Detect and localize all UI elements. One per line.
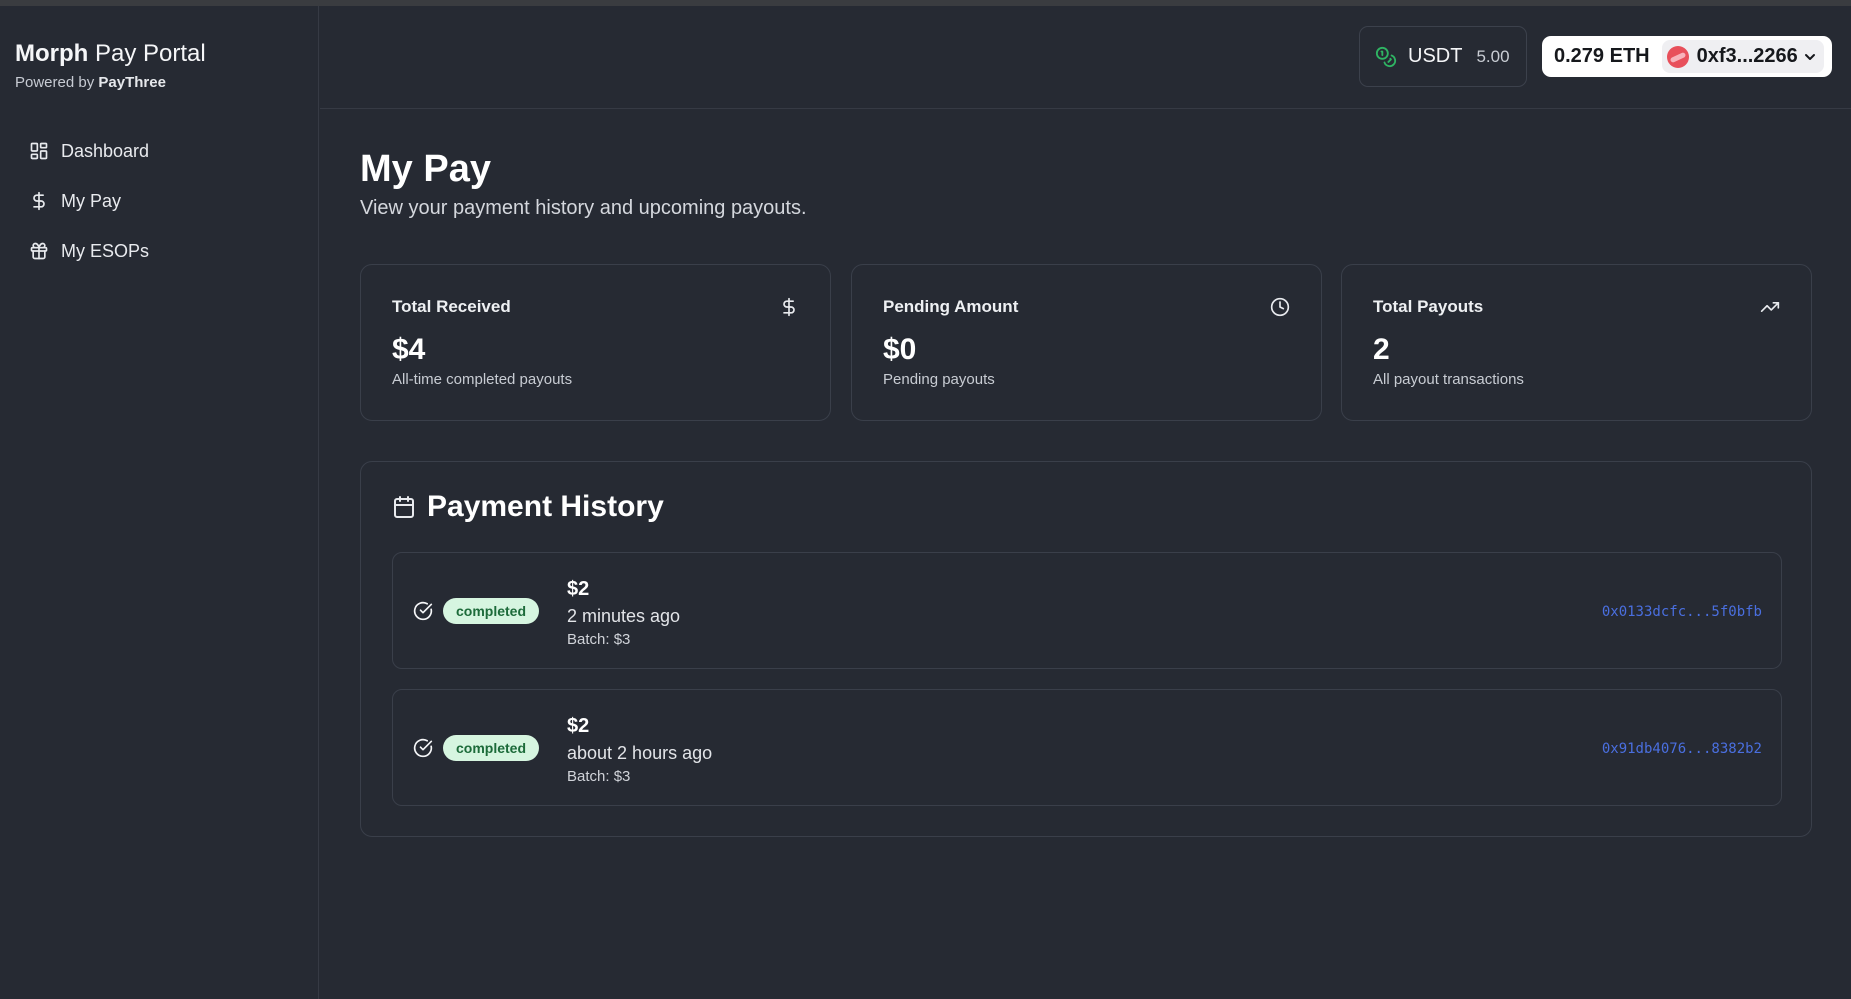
wallet-button[interactable]: 0.279 ETH 0xf3...2266 (1542, 36, 1832, 77)
stat-label: Pending Amount (883, 297, 1019, 316)
transaction-hash-link[interactable]: 0x0133dcfc...5f0bfb (1602, 604, 1762, 620)
stat-description: All payout transactions (1373, 371, 1524, 388)
page-subtitle: View your payment history and upcoming p… (360, 197, 807, 219)
status-badge: completed (443, 735, 540, 761)
payment-amount: $2 (567, 578, 590, 600)
trending-up-icon (1760, 302, 1780, 312)
payment-row: completed $2 2 minutes ago Batch: $3 0x0… (392, 552, 1782, 669)
payment-history-card: Payment History completed $2 2 minutes a… (360, 461, 1812, 837)
payment-history-header: Payment History (392, 490, 664, 524)
calendar-icon (394, 496, 414, 518)
top-header: USDT 5.00 0.279 ETH 0xf3...2266 (320, 6, 1851, 109)
chevron-down-icon (1804, 53, 1815, 60)
brand-name-bold: Morph (15, 40, 89, 67)
token-name: USDT (1408, 45, 1463, 67)
clock-icon (1270, 297, 1290, 317)
wallet-address: 0xf3...2266 (1696, 45, 1798, 67)
powered-by-name: PayThree (98, 74, 166, 91)
circle-check-icon (413, 738, 433, 758)
payment-row: completed $2 about 2 hours ago Batch: $3… (392, 689, 1782, 806)
layout-dashboard-icon (30, 142, 48, 160)
dollar-sign-icon (783, 297, 795, 317)
circle-check-icon (413, 601, 433, 621)
sidebar-item-label: My ESOPs (61, 240, 150, 261)
payment-batch: Batch: $3 (567, 631, 631, 648)
payment-time: about 2 hours ago (567, 743, 713, 763)
sidebar: Morph Pay Portal Powered by PayThree Das… (0, 6, 319, 999)
token-value: 5.00 (1476, 46, 1510, 66)
brand-powered-by: Powered by PayThree (15, 74, 206, 91)
stat-label: Total Payouts (1373, 297, 1484, 316)
payment-batch: Batch: $3 (567, 768, 631, 785)
dollar-sign-icon (33, 191, 45, 211)
powered-by-text: Powered by (15, 74, 99, 91)
status-badge: completed (443, 598, 540, 624)
payment-amount: $2 (567, 715, 590, 737)
sidebar-item-dashboard[interactable]: Dashboard (29, 126, 149, 176)
sidebar-item-label: My Pay (61, 190, 122, 211)
sidebar-nav: Dashboard My Pay My ESOPs (29, 126, 149, 276)
gift-icon (30, 242, 48, 260)
token-balance-pill[interactable]: USDT 5.00 (1359, 26, 1527, 87)
eth-balance: 0.279 ETH (1554, 45, 1650, 67)
brand: Morph Pay Portal Powered by PayThree (15, 40, 206, 91)
stat-value: 2 (1373, 333, 1390, 366)
payment-time: 2 minutes ago (567, 606, 681, 626)
stat-label: Total Received (392, 297, 511, 316)
stat-description: All-time completed payouts (392, 371, 573, 388)
sidebar-item-label: Dashboard (61, 140, 150, 161)
avatar (1666, 45, 1689, 68)
page-title: My Pay (360, 148, 491, 190)
brand-name-rest: Pay Portal (88, 40, 206, 67)
sidebar-item-my-esops[interactable]: My ESOPs (29, 226, 149, 276)
stat-value: $4 (392, 333, 426, 366)
brand-title: Morph Pay Portal (15, 40, 206, 68)
stat-card-total-payouts: Total Payouts 2 All payout transactions (1341, 264, 1812, 421)
stat-value: $0 (883, 333, 917, 366)
stat-card-total-received: Total Received $4 All-time completed pay… (360, 264, 831, 421)
sidebar-item-my-pay[interactable]: My Pay (29, 176, 149, 226)
transaction-hash-link[interactable]: 0x91db4076...8382b2 (1602, 741, 1762, 757)
account-chip[interactable]: 0xf3...2266 (1661, 40, 1824, 73)
stat-description: Pending payouts (883, 371, 995, 388)
coins-icon (1375, 46, 1397, 67)
stat-card-pending-amount: Pending Amount $0 Pending payouts (851, 264, 1322, 421)
payment-history-title: Payment History (427, 490, 664, 523)
